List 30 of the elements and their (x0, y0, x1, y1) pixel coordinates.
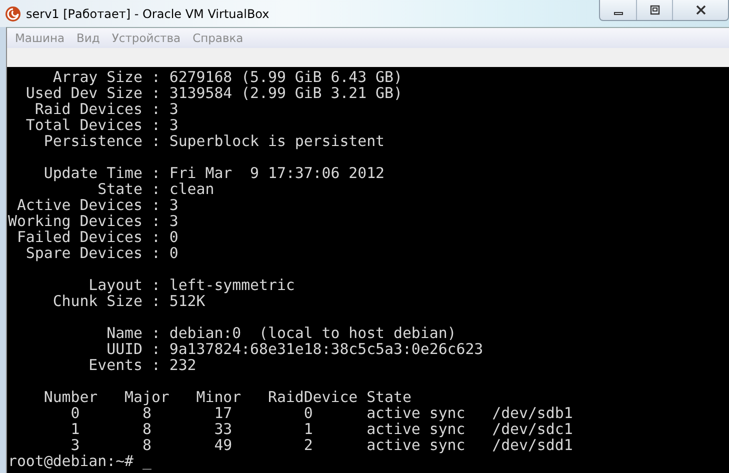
app-logo-icon (5, 6, 21, 22)
minimize-icon (614, 12, 622, 15)
terminal-line: 1 8 33 1 active sync /dev/sdc1 (70, 421, 574, 437)
terminal-line: Used Dev Size : 3139584 (2.99 GiB 3.21 GB) (24, 85, 404, 101)
terminal-line: Raid Devices : 3 (34, 101, 180, 117)
terminal-line: Update Time : Fri Mar 9 17:37:06 2012 (42, 165, 386, 181)
terminal-line: Spare Devices : 0 (24, 245, 180, 261)
maximize-icon (648, 4, 660, 16)
menu-item[interactable]: Вид (72, 31, 108, 45)
menu-item[interactable]: Устройства (108, 31, 189, 45)
terminal-line: Failed Devices : 0 (16, 229, 180, 245)
terminal-line: Working Devices : 3 (8, 213, 180, 229)
terminal-line: 0 8 17 0 active sync /dev/sdb1 (70, 405, 574, 421)
terminal-line: Persistence : Superblock is persistent (42, 133, 386, 149)
terminal-line: Chunk Size : 512K (52, 293, 206, 309)
terminal-line: Number Major Minor RaidDevice State (42, 389, 412, 405)
terminal-line: 3 8 49 2 active sync /dev/sdd1 (70, 437, 574, 453)
terminal-line: State : clean (97, 181, 216, 197)
terminal-line: Name : debian:0 (local to host debian) (106, 325, 458, 341)
terminal-line: Total Devices : 3 (24, 117, 180, 133)
terminal-line: Events : 232 (88, 357, 198, 373)
window-title: serv1 [Работает] - Oracle VM VirtualBox (26, 6, 270, 20)
terminal-line: Layout : left-symmetric (88, 277, 296, 293)
terminal-line: Active Devices : 3 (16, 197, 180, 213)
terminal-line: Array Size : 6279168 (5.99 GiB 6.43 GB) (52, 69, 404, 85)
terminal-line: UUID : 9a137824:68e31e18:38c5c5a3:0e26c623 (106, 341, 484, 357)
menu-item[interactable]: Машина (11, 31, 73, 45)
terminal-line: root@debian:~# _ (8, 453, 152, 469)
close-icon (694, 4, 706, 16)
menu-item[interactable]: Справка (188, 31, 252, 45)
